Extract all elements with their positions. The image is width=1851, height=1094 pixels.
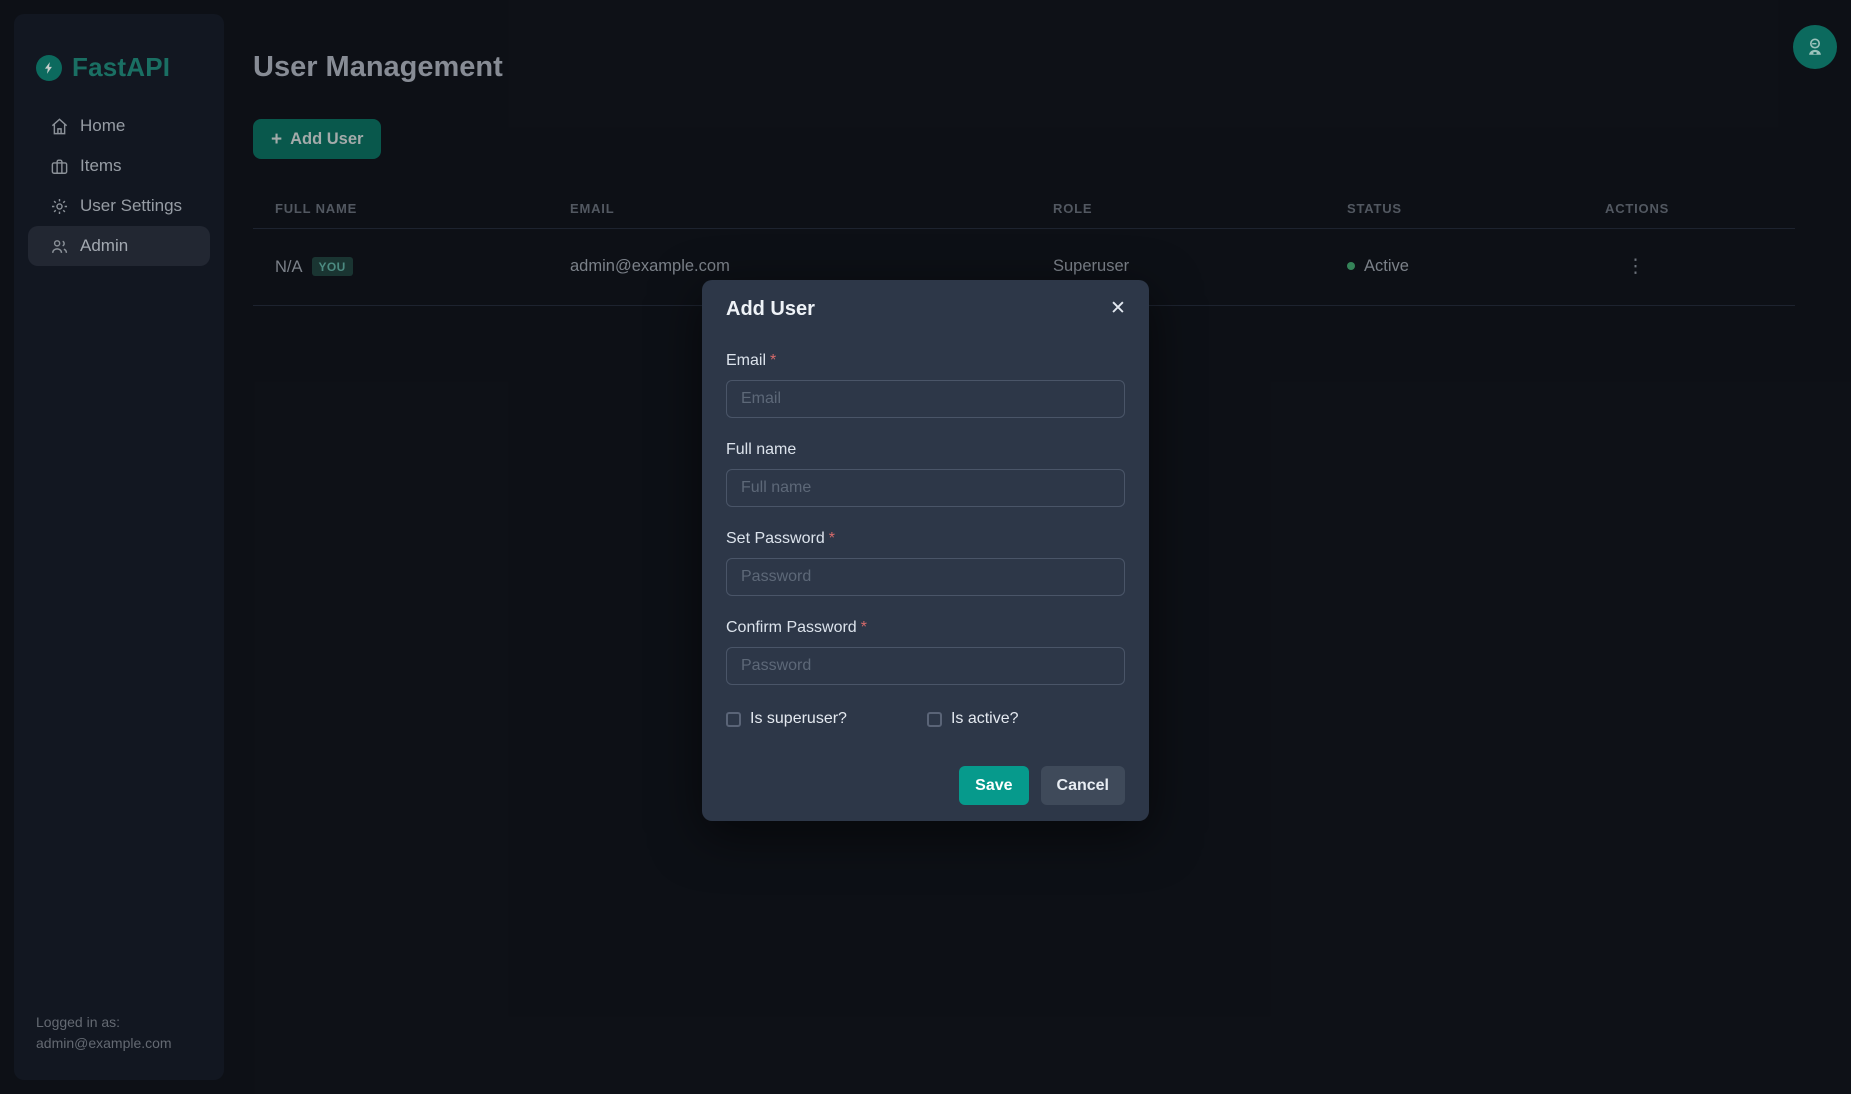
checkbox-icon: [726, 712, 741, 727]
is-superuser-label: Is superuser?: [750, 709, 847, 729]
add-user-modal: Add User ✕ Email* Full name Set Password…: [702, 280, 1149, 821]
cancel-button[interactable]: Cancel: [1041, 766, 1125, 805]
set-password-field-group: Set Password*: [726, 529, 1125, 596]
confirm-password-label: Confirm Password*: [726, 618, 1125, 638]
modal-title: Add User: [726, 294, 1125, 324]
required-marker: *: [829, 530, 835, 547]
email-label: Email*: [726, 351, 1125, 371]
confirm-password-input[interactable]: [726, 647, 1125, 685]
full-name-field-group: Full name: [726, 440, 1125, 507]
set-password-input[interactable]: [726, 558, 1125, 596]
email-field-group: Email*: [726, 351, 1125, 418]
required-marker: *: [770, 352, 776, 369]
email-input[interactable]: [726, 380, 1125, 418]
save-button[interactable]: Save: [959, 766, 1028, 805]
modal-close-button[interactable]: ✕: [1103, 294, 1133, 324]
is-superuser-checkbox[interactable]: Is superuser?: [726, 709, 847, 729]
is-active-label: Is active?: [951, 709, 1019, 729]
full-name-input[interactable]: [726, 469, 1125, 507]
set-password-label: Set Password*: [726, 529, 1125, 549]
required-marker: *: [861, 619, 867, 636]
checkbox-icon: [927, 712, 942, 727]
modal-footer: Save Cancel: [726, 766, 1125, 805]
close-icon: ✕: [1110, 298, 1126, 319]
full-name-label: Full name: [726, 440, 1125, 460]
is-active-checkbox[interactable]: Is active?: [927, 709, 1019, 729]
modal-checkboxes: Is superuser? Is active?: [726, 709, 1125, 729]
confirm-password-field-group: Confirm Password*: [726, 618, 1125, 685]
